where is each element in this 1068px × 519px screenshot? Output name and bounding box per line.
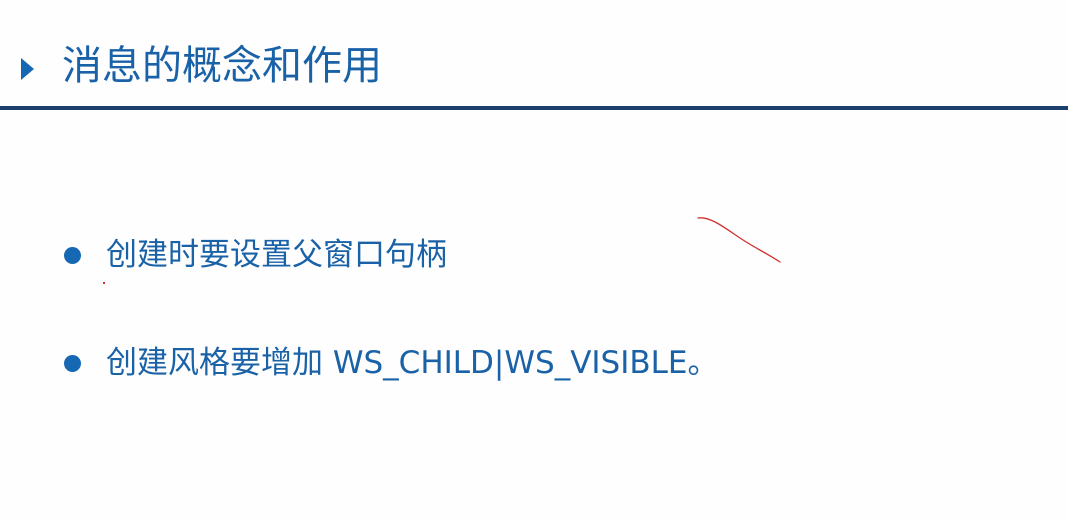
pen-annotation-stroke (697, 217, 781, 263)
slide: 消息的概念和作用 创建时要设置父窗口句柄 创建风格要增加 WS_CHILD|WS… (0, 0, 1068, 519)
bullet-text: 创建风格要增加 WS_CHILD|WS_VISIBLE。 (106, 345, 719, 381)
bullet-item: 创建时要设置父窗口句柄 (64, 233, 447, 277)
right-triangle-icon (21, 58, 34, 80)
title-bar: 消息的概念和作用 (0, 0, 1068, 108)
pen-annotation-dot (103, 282, 105, 284)
title-divider (0, 106, 1068, 110)
bullet-text: 创建时要设置父窗口句柄 (106, 237, 447, 273)
round-bullet-icon (64, 246, 81, 264)
slide-title: 消息的概念和作用 (62, 43, 382, 89)
bullet-item: 创建风格要增加 WS_CHILD|WS_VISIBLE。 (64, 341, 719, 385)
round-bullet-icon (64, 354, 81, 372)
